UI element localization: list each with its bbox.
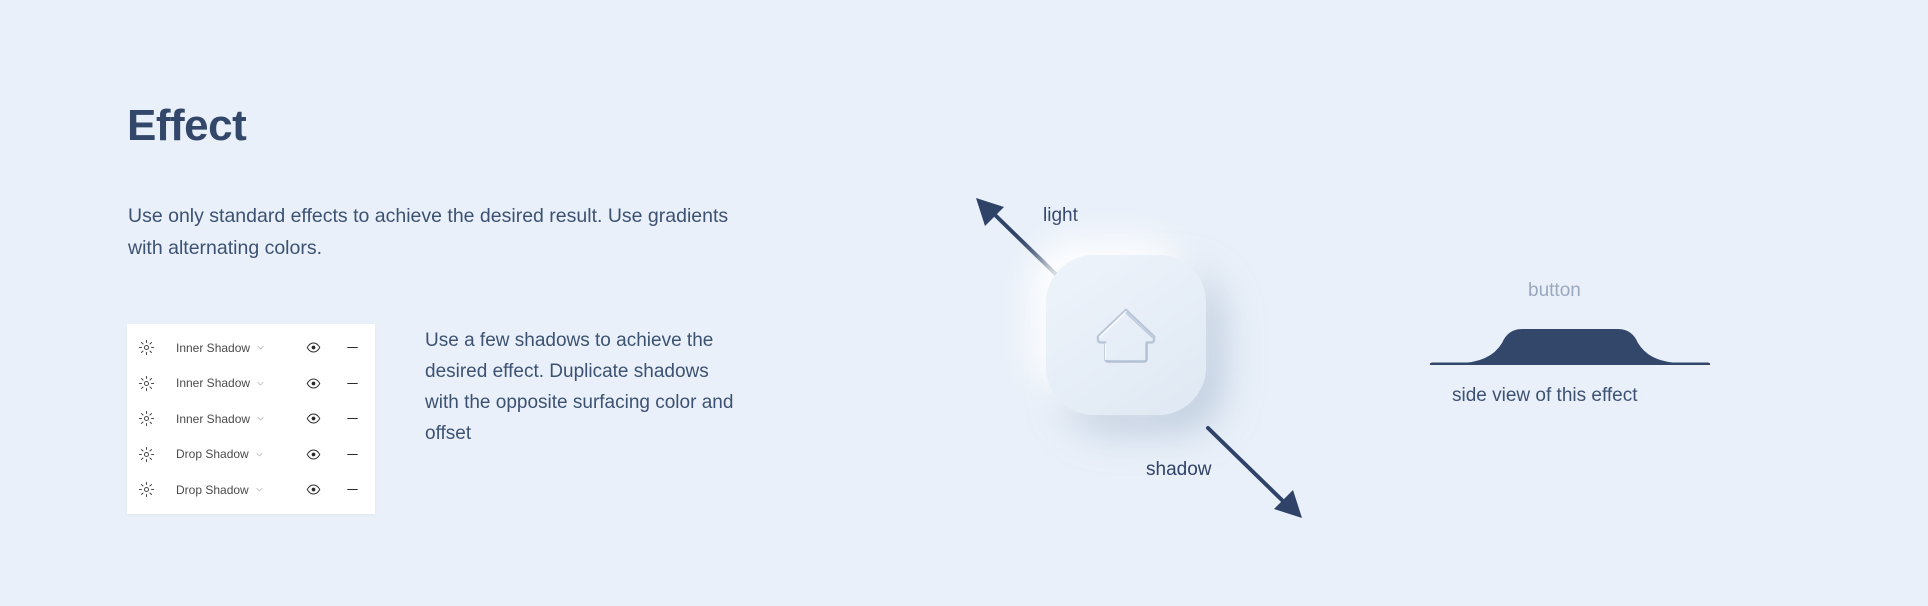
chevron-down-icon[interactable] xyxy=(256,343,265,352)
effect-row[interactable]: Drop Shadow xyxy=(127,437,375,473)
shadow-label: shadow xyxy=(1146,459,1212,480)
sun-icon xyxy=(138,340,155,356)
chevron-down-icon[interactable] xyxy=(255,485,264,494)
button-label: button xyxy=(1528,280,1581,301)
eye-icon[interactable] xyxy=(306,340,321,355)
neumorphic-button[interactable] xyxy=(1046,255,1206,415)
effect-row[interactable]: Drop Shadow xyxy=(127,472,375,508)
panel-note: Use a few shadows to achieve the desired… xyxy=(425,330,734,444)
eye-icon[interactable] xyxy=(306,447,321,462)
sun-icon xyxy=(138,446,155,462)
minus-icon[interactable] xyxy=(346,448,359,461)
chevron-down-icon[interactable] xyxy=(255,450,264,459)
page-title: Effect xyxy=(127,101,247,150)
effects-panel: Inner Shadow Inner Shadow Inner Shadow D… xyxy=(127,324,375,514)
neumorphic-button-illustration xyxy=(1046,255,1206,415)
effect-label: Inner Shadow xyxy=(176,340,251,355)
effect-label: Drop Shadow xyxy=(176,482,249,497)
chevron-down-icon[interactable] xyxy=(256,379,265,388)
effect-label: Drop Shadow xyxy=(176,447,249,462)
plateau-profile xyxy=(1430,329,1710,365)
sun-icon xyxy=(138,482,155,498)
effect-row[interactable]: Inner Shadow xyxy=(127,330,375,366)
effect-row[interactable]: Inner Shadow xyxy=(127,401,375,437)
minus-icon[interactable] xyxy=(346,412,359,425)
arrow-down-right-icon xyxy=(1206,426,1302,518)
eye-icon[interactable] xyxy=(306,411,321,426)
side-view-caption: side view of this effect xyxy=(1452,385,1638,406)
sun-icon xyxy=(138,411,155,427)
eye-icon[interactable] xyxy=(306,376,321,391)
chevron-down-icon[interactable] xyxy=(256,414,265,423)
minus-icon[interactable] xyxy=(346,341,359,354)
effect-label: Inner Shadow xyxy=(176,376,251,391)
effect-label: Inner Shadow xyxy=(176,411,251,426)
house-icon xyxy=(1096,308,1156,363)
minus-icon[interactable] xyxy=(346,483,359,496)
light-label: light xyxy=(1043,205,1078,226)
intro-paragraph: Use only standard effects to achieve the… xyxy=(128,205,729,259)
minus-icon[interactable] xyxy=(346,377,359,390)
eye-icon[interactable] xyxy=(306,482,321,497)
effect-row[interactable]: Inner Shadow xyxy=(127,366,375,402)
sun-icon xyxy=(138,375,155,391)
page-root: Effect Use only standard effects to achi… xyxy=(0,0,1928,606)
